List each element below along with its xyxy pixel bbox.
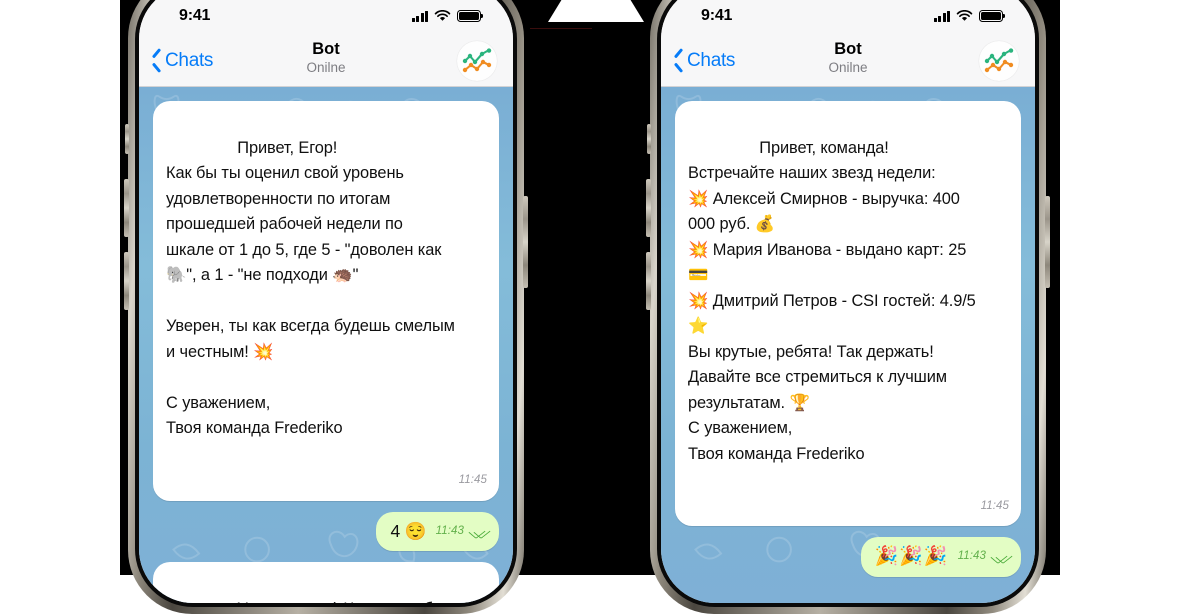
back-to-chats-button-left[interactable]: Chats — [151, 50, 213, 72]
screenshot-stage: 9:41 Chats Bot Onilne Привет, Егор! Как … — [0, 0, 1177, 614]
message-time: 11:45 — [458, 474, 487, 486]
screen-left: 9:41 Chats Bot Onilne Привет, Егор! Как … — [139, 0, 513, 603]
status-time-right: 9:41 — [701, 7, 733, 24]
double-check-icon — [995, 551, 1009, 562]
line-chart-avatar-icon — [462, 47, 492, 72]
nav-bar-left: Chats Bot Onilne — [139, 35, 513, 87]
wifi-icon — [434, 10, 451, 21]
chat-scroll-area-right[interactable]: Привет, команда! Встречайте наших звезд … — [661, 87, 1035, 603]
message-list-left: Привет, Егор! Как бы ты оценил свой уров… — [153, 101, 499, 603]
volume-down-button-left[interactable] — [124, 252, 129, 310]
status-bar-left: 9:41 — [139, 0, 513, 35]
battery-full-icon — [457, 10, 484, 22]
backdrop-accent-line — [530, 28, 592, 29]
message-text: Уже неплохо) Что могло бы сделать твою р… — [166, 600, 449, 604]
message-bubble-outgoing[interactable]: 4 😌 11:43 — [376, 511, 499, 551]
message-time: 11:45 — [980, 499, 1009, 512]
avatar-right[interactable] — [979, 40, 1019, 81]
cellular-bars-icon — [933, 10, 950, 22]
message-bubble-incoming[interactable]: Привет, команда! Встречайте наших звезд … — [675, 101, 1021, 526]
power-button-right[interactable] — [1045, 196, 1050, 288]
double-check-icon — [473, 526, 487, 537]
back-label-left: Chats — [165, 49, 214, 71]
chevron-left-icon — [673, 51, 684, 70]
wifi-icon — [956, 10, 973, 21]
volume-up-button-left[interactable] — [124, 179, 129, 237]
message-bubble-outgoing[interactable]: 🎉🎉🎉 11:43 — [860, 537, 1021, 577]
phone-device-left: 9:41 Chats Bot Onilne Привет, Егор! Как … — [124, 0, 528, 614]
status-bar-right: 9:41 — [661, 0, 1035, 35]
volume-up-button-right[interactable] — [646, 179, 651, 237]
back-label-right: Chats — [687, 49, 736, 71]
message-list-right: Привет, команда! Встречайте наших звезд … — [675, 101, 1021, 588]
cellular-bars-icon — [411, 10, 428, 22]
back-to-chats-button-right[interactable]: Chats — [673, 50, 735, 72]
message-bubble-incoming[interactable]: Уже неплохо) Что могло бы сделать твою р… — [153, 562, 499, 603]
phone-device-right: 9:41 Chats Bot Onilne Привет, команда! В… — [646, 0, 1050, 614]
message-time: 11:43 — [435, 524, 464, 537]
message-text: Привет, команда! Встречайте наших звезд … — [688, 138, 976, 463]
message-bubble-incoming[interactable]: Привет, Егор! Как бы ты оценил свой уров… — [153, 101, 499, 501]
silence-switch-right[interactable] — [647, 124, 651, 154]
avatar-left[interactable] — [457, 40, 497, 81]
line-chart-avatar-icon — [984, 47, 1014, 72]
backdrop-notch-cutout — [548, 0, 644, 22]
message-text: 4 😌 — [390, 520, 427, 541]
silence-switch-left[interactable] — [125, 124, 129, 154]
chat-scroll-area-left[interactable]: Привет, Егор! Как бы ты оценил свой уров… — [139, 87, 513, 603]
message-text: Привет, Егор! Как бы ты оценил свой уров… — [166, 138, 455, 438]
status-time-left: 9:41 — [179, 7, 211, 24]
message-time: 11:43 — [957, 550, 986, 562]
power-button-left[interactable] — [523, 196, 528, 288]
chevron-left-icon — [151, 51, 162, 70]
volume-down-button-right[interactable] — [646, 252, 651, 310]
screen-right: 9:41 Chats Bot Onilne Привет, команда! В… — [661, 0, 1035, 603]
battery-full-icon — [979, 10, 1006, 22]
message-text: 🎉🎉🎉 — [874, 546, 949, 567]
nav-bar-right: Chats Bot Onilne — [661, 35, 1035, 87]
